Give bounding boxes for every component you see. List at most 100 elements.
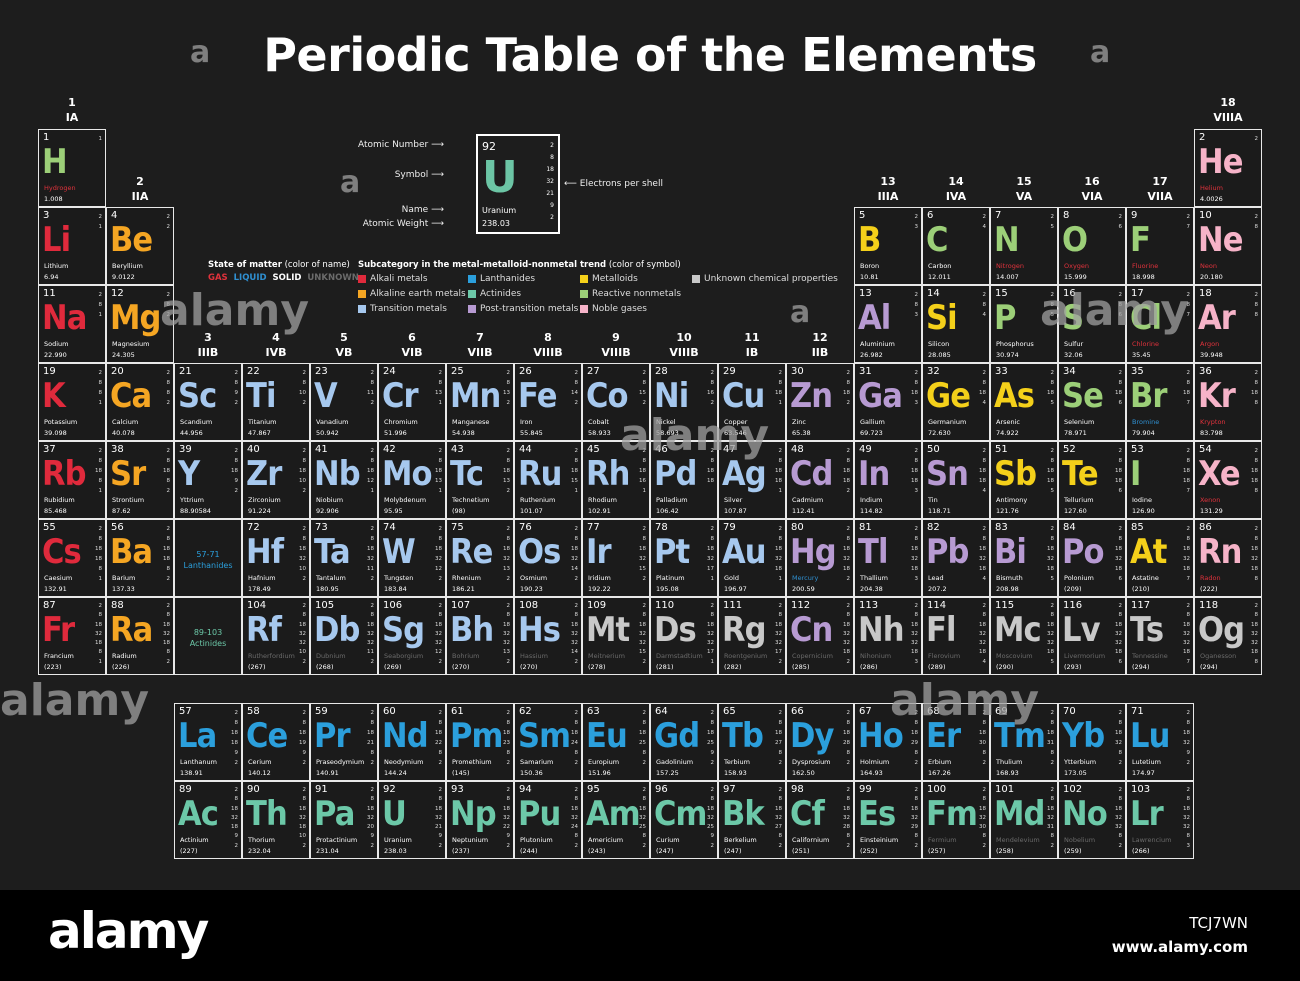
element-cell-te[interactable]: 52 Te Tellurium 127.60 2 8 18 18 6 bbox=[1058, 441, 1126, 519]
element-cell-f[interactable]: 9 F Fluorine 18.998 2 7 bbox=[1126, 207, 1194, 285]
element-cell-n[interactable]: 7 N Nitrogen 14.007 2 5 bbox=[990, 207, 1058, 285]
element-cell-es[interactable]: 99 Es Einsteinium (252) 2 8 18 32 29 8 2 bbox=[854, 781, 922, 859]
element-cell-u[interactable]: 92 U Uranium 238.03 2 8 18 32 21 9 2 bbox=[378, 781, 446, 859]
element-cell-ru[interactable]: 44 Ru Ruthenium 101.07 2 8 18 15 1 bbox=[514, 441, 582, 519]
element-cell-tc[interactable]: 43 Tc Technetium (98) 2 8 18 13 2 bbox=[446, 441, 514, 519]
element-cell-ce[interactable]: 58 Ce Cerium 140.12 2 8 18 19 9 2 bbox=[242, 703, 310, 781]
element-cell-w[interactable]: 74 W Tungsten 183.84 2 8 18 32 12 2 bbox=[378, 519, 446, 597]
element-cell-mo[interactable]: 42 Mo Molybdenum 95.95 2 8 18 13 1 bbox=[378, 441, 446, 519]
element-cell-rg[interactable]: 111 Rg Roentgenium (282) 2 8 18 32 32 17 2 bbox=[718, 597, 786, 675]
element-cell-la[interactable]: 57 La Lanthanum 138.91 2 8 18 18 9 2 bbox=[174, 703, 242, 781]
element-cell-pa[interactable]: 91 Pa Protactinium 231.04 2 8 18 32 20 9 2 bbox=[310, 781, 378, 859]
element-cell-fm[interactable]: 100 Fm Fermium (257) 2 8 18 32 30 8 2 bbox=[922, 781, 990, 859]
element-cell-ta[interactable]: 73 Ta Tantalum 180.95 2 8 18 32 11 2 bbox=[310, 519, 378, 597]
element-cell-rf[interactable]: 104 Rf Rutherfordium (267) 2 8 18 32 32 10 2 bbox=[242, 597, 310, 675]
element-cell-am[interactable]: 95 Am Americium (243) 2 8 18 32 25 8 2 bbox=[582, 781, 650, 859]
element-cell-li[interactable]: 3 Li Lithium 6.94 2 1 bbox=[38, 207, 106, 285]
element-cell-md[interactable]: 101 Md Mendelevium (258) 2 8 18 32 31 8 2 bbox=[990, 781, 1058, 859]
element-cell-ar[interactable]: 18 Ar Argon 39.948 2 8 8 bbox=[1194, 285, 1262, 363]
element-cell-cs[interactable]: 55 Cs Caesium 132.91 2 8 18 18 8 1 bbox=[38, 519, 106, 597]
element-cell-ne[interactable]: 10 Ne Neon 20.180 2 8 bbox=[1194, 207, 1262, 285]
element-cell-sb[interactable]: 51 Sb Antimony 121.76 2 8 18 18 5 bbox=[990, 441, 1058, 519]
element-cell-b[interactable]: 5 B Boron 10.81 2 3 bbox=[854, 207, 922, 285]
element-cell-cn[interactable]: 112 Cn Copernicium (285) 2 8 18 32 32 18 2 bbox=[786, 597, 854, 675]
element-cell-h[interactable]: 1 H Hydrogen 1.008 1 bbox=[38, 129, 106, 207]
element-cell-sm[interactable]: 62 Sm Samarium 150.36 2 8 18 24 8 2 bbox=[514, 703, 582, 781]
element-cell-mn[interactable]: 25 Mn Manganese 54.938 2 8 13 2 bbox=[446, 363, 514, 441]
element-cell-bh[interactable]: 107 Bh Bohrium (270) 2 8 18 32 32 13 2 bbox=[446, 597, 514, 675]
element-cell-lr[interactable]: 103 Lr Lawrencium (266) 2 8 18 32 32 8 3 bbox=[1126, 781, 1194, 859]
element-cell-sn[interactable]: 50 Sn Tin 118.71 2 8 18 18 4 bbox=[922, 441, 990, 519]
element-cell-pb[interactable]: 82 Pb Lead 207.2 2 8 18 32 18 4 bbox=[922, 519, 990, 597]
element-cell-tb[interactable]: 65 Tb Terbium 158.93 2 8 18 27 8 2 bbox=[718, 703, 786, 781]
element-cell-al[interactable]: 13 Al Aluminium 26.982 2 8 3 bbox=[854, 285, 922, 363]
element-cell-hg[interactable]: 80 Hg Mercury 200.59 2 8 18 32 18 2 bbox=[786, 519, 854, 597]
element-cell-at[interactable]: 85 At Astatine (210) 2 8 18 32 18 7 bbox=[1126, 519, 1194, 597]
element-cell-db[interactable]: 105 Db Dubnium (268) 2 8 18 32 32 11 2 bbox=[310, 597, 378, 675]
element-cell-ge[interactable]: 32 Ge Germanium 72.630 2 8 18 4 bbox=[922, 363, 990, 441]
element-cell-pm[interactable]: 61 Pm Promethium (145) 2 8 18 23 8 2 bbox=[446, 703, 514, 781]
element-cell-cm[interactable]: 96 Cm Curium (247) 2 8 18 32 25 9 2 bbox=[650, 781, 718, 859]
element-cell-pu[interactable]: 94 Pu Plutonium (244) 2 8 18 32 24 8 2 bbox=[514, 781, 582, 859]
element-cell-cf[interactable]: 98 Cf Californium (251) 2 8 18 32 28 8 2 bbox=[786, 781, 854, 859]
element-cell-tl[interactable]: 81 Tl Thallium 204.38 2 8 18 32 18 3 bbox=[854, 519, 922, 597]
element-cell-bk[interactable]: 97 Bk Berkelium (247) 2 8 18 32 27 8 2 bbox=[718, 781, 786, 859]
element-cell-k[interactable]: 19 K Potassium 39.098 2 8 8 1 bbox=[38, 363, 106, 441]
element-cell-ts[interactable]: 117 Ts Tennessine (294) 2 8 18 32 32 18 7 bbox=[1126, 597, 1194, 675]
element-cell-au[interactable]: 79 Au Gold 196.97 2 8 18 32 18 1 bbox=[718, 519, 786, 597]
element-cell-no[interactable]: 102 No Nobelium (259) 2 8 18 32 32 8 2 bbox=[1058, 781, 1126, 859]
element-cell-in[interactable]: 49 In Indium 114.82 2 8 18 18 3 bbox=[854, 441, 922, 519]
element-cell-pt[interactable]: 78 Pt Platinum 195.08 2 8 18 32 17 1 bbox=[650, 519, 718, 597]
element-cell-lv[interactable]: 116 Lv Livermorium (293) 2 8 18 32 32 18 6 bbox=[1058, 597, 1126, 675]
element-cell-se[interactable]: 34 Se Selenium 78.971 2 8 18 6 bbox=[1058, 363, 1126, 441]
element-cell-sg[interactable]: 106 Sg Seaborgium (269) 2 8 18 32 32 12 2 bbox=[378, 597, 446, 675]
element-cell-zr[interactable]: 40 Zr Zirconium 91.224 2 8 18 10 2 bbox=[242, 441, 310, 519]
element-cell-og[interactable]: 118 Og Oganesson (294) 2 8 18 32 32 18 8 bbox=[1194, 597, 1262, 675]
element-cell-y[interactable]: 39 Y Yttrium 88.90584 2 8 18 9 2 bbox=[174, 441, 242, 519]
element-cell-lu[interactable]: 71 Lu Lutetium 174.97 2 8 18 32 9 2 bbox=[1126, 703, 1194, 781]
element-cell-fl[interactable]: 114 Fl Flerovium (289) 2 8 18 32 32 18 4 bbox=[922, 597, 990, 675]
element-cell-sc[interactable]: 21 Sc Scandium 44.956 2 8 9 2 bbox=[174, 363, 242, 441]
element-cell-hs[interactable]: 108 Hs Hassium (270) 2 8 18 32 32 14 2 bbox=[514, 597, 582, 675]
element-cell-si[interactable]: 14 Si Silicon 28.085 2 8 4 bbox=[922, 285, 990, 363]
element-cell-na[interactable]: 11 Na Sodium 22.990 2 8 1 bbox=[38, 285, 106, 363]
element-cell-os[interactable]: 76 Os Osmium 190.23 2 8 18 32 14 2 bbox=[514, 519, 582, 597]
element-cell-ca[interactable]: 20 Ca Calcium 40.078 2 8 8 2 bbox=[106, 363, 174, 441]
element-cell-ds[interactable]: 110 Ds Darmstadtium (281) 2 8 18 32 32 17 1 bbox=[650, 597, 718, 675]
element-cell-nb[interactable]: 41 Nb Niobium 92.906 2 8 18 12 1 bbox=[310, 441, 378, 519]
element-cell-eu[interactable]: 63 Eu Europium 151.96 2 8 18 25 8 2 bbox=[582, 703, 650, 781]
element-cell-po[interactable]: 84 Po Polonium (209) 2 8 18 32 18 6 bbox=[1058, 519, 1126, 597]
element-cell-o[interactable]: 8 O Oxygen 15.999 2 6 bbox=[1058, 207, 1126, 285]
element-cell-v[interactable]: 23 V Vanadium 50.942 2 8 11 2 bbox=[310, 363, 378, 441]
element-cell-ga[interactable]: 31 Ga Gallium 69.723 2 8 18 3 bbox=[854, 363, 922, 441]
element-cell-th[interactable]: 90 Th Thorium 232.04 2 8 18 32 18 10 2 bbox=[242, 781, 310, 859]
element-cell-rb[interactable]: 37 Rb Rubidium 85.468 2 8 18 8 1 bbox=[38, 441, 106, 519]
element-cell-as[interactable]: 33 As Arsenic 74.922 2 8 18 5 bbox=[990, 363, 1058, 441]
element-cell-sr[interactable]: 38 Sr Strontium 87.62 2 8 18 8 2 bbox=[106, 441, 174, 519]
element-cell-he[interactable]: 2 He Helium 4.0026 2 bbox=[1194, 129, 1262, 207]
element-cell-br[interactable]: 35 Br Bromine 79.904 2 8 18 7 bbox=[1126, 363, 1194, 441]
element-cell-nh[interactable]: 113 Nh Nihonium (286) 2 8 18 32 32 18 3 bbox=[854, 597, 922, 675]
element-cell-ra[interactable]: 88 Ra Radium (226) 2 8 18 32 18 8 2 bbox=[106, 597, 174, 675]
element-cell-mt[interactable]: 109 Mt Meitnerium (278) 2 8 18 32 32 15 2 bbox=[582, 597, 650, 675]
element-cell-fe[interactable]: 26 Fe Iron 55.845 2 8 14 2 bbox=[514, 363, 582, 441]
element-cell-hf[interactable]: 72 Hf Hafnium 178.49 2 8 18 32 10 2 bbox=[242, 519, 310, 597]
element-cell-cr[interactable]: 24 Cr Chromium 51.996 2 8 13 1 bbox=[378, 363, 446, 441]
element-cell-re[interactable]: 75 Re Rhenium 186.21 2 8 18 32 13 2 bbox=[446, 519, 514, 597]
element-cell-i[interactable]: 53 I Iodine 126.90 2 8 18 18 7 bbox=[1126, 441, 1194, 519]
element-cell-xe[interactable]: 54 Xe Xenon 131.29 2 8 18 18 8 bbox=[1194, 441, 1262, 519]
element-cell-ba[interactable]: 56 Ba Barium 137.33 2 8 18 18 8 2 bbox=[106, 519, 174, 597]
element-cell-bi[interactable]: 83 Bi Bismuth 208.98 2 8 18 32 18 5 bbox=[990, 519, 1058, 597]
element-cell-fr[interactable]: 87 Fr Francium (223) 2 8 18 32 18 8 1 bbox=[38, 597, 106, 675]
element-cell-cd[interactable]: 48 Cd Cadmium 112.41 2 8 18 18 2 bbox=[786, 441, 854, 519]
element-cell-pr[interactable]: 59 Pr Praseodymium 140.91 2 8 18 21 8 2 bbox=[310, 703, 378, 781]
element-cell-be[interactable]: 4 Be Beryllium 9.0122 2 2 bbox=[106, 207, 174, 285]
element-cell-rn[interactable]: 86 Rn Radon (222) 2 8 18 32 18 8 bbox=[1194, 519, 1262, 597]
element-cell-yb[interactable]: 70 Yb Ytterbium 173.05 2 8 18 32 8 2 bbox=[1058, 703, 1126, 781]
element-cell-nd[interactable]: 60 Nd Neodymium 144.24 2 8 18 22 8 2 bbox=[378, 703, 446, 781]
element-cell-ir[interactable]: 77 Ir Iridium 192.22 2 8 18 32 15 2 bbox=[582, 519, 650, 597]
element-cell-mc[interactable]: 115 Mc Moscovium (290) 2 8 18 32 32 18 5 bbox=[990, 597, 1058, 675]
element-cell-kr[interactable]: 36 Kr Krypton 83.798 2 8 18 8 bbox=[1194, 363, 1262, 441]
element-cell-zn[interactable]: 30 Zn Zinc 65.38 2 8 18 2 bbox=[786, 363, 854, 441]
element-cell-gd[interactable]: 64 Gd Gadolinium 157.25 2 8 18 25 9 2 bbox=[650, 703, 718, 781]
